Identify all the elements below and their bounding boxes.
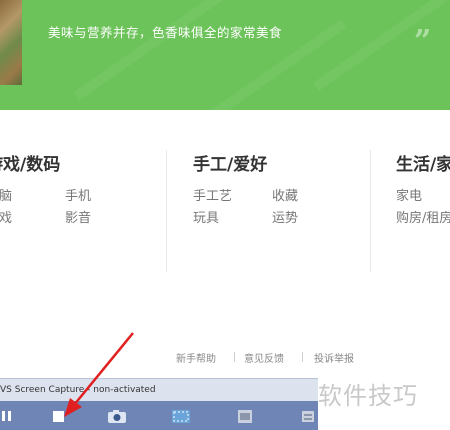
footer-link-help[interactable]: 新手帮助 (176, 350, 216, 365)
category-title: 手工/爱好 (193, 155, 268, 175)
recipe-banner: “ 美味与营养并存，色香味俱全的家常美食 ” (0, 0, 450, 110)
category-link[interactable]: 玩具 (193, 211, 272, 227)
capture-titlebar: VS Screen Capture - non-activated (0, 378, 318, 401)
footer-link-report[interactable]: 投诉举报 (314, 350, 354, 365)
category-crafts-hobbies: 手工/爱好 手工艺 收藏 玩具 运势 (193, 150, 332, 227)
category-link[interactable]: 影音 (65, 211, 125, 227)
category-link[interactable]: 购房/租房 (396, 211, 450, 227)
category-title: 生活/家 (396, 155, 450, 175)
column-divider (166, 150, 167, 272)
open-quote-mark: “ (44, 0, 59, 14)
settings-icon[interactable] (298, 408, 318, 424)
category-link[interactable]: 家电 (396, 189, 450, 205)
stop-icon[interactable] (50, 408, 66, 424)
category-link[interactable]: 电脑 (0, 189, 65, 205)
pause-icon[interactable] (0, 408, 14, 424)
category-title: 游戏/数码 (0, 155, 61, 175)
watermark-label: 软件技巧 (318, 382, 418, 410)
banner-texture (73, 0, 227, 101)
category-games-digital: 游戏/数码 电脑 手机 游戏 影音 (0, 150, 125, 227)
footer-links: 新手帮助 意见反馈 投诉举报 (0, 350, 450, 366)
screen-capture-toolbar: VS Screen Capture - non-activated (0, 378, 318, 430)
capture-title: VS Screen Capture - non-activated (0, 385, 156, 395)
footer-separator (302, 352, 303, 362)
category-link[interactable]: 游戏 (0, 211, 65, 227)
footer-separator (234, 352, 235, 362)
film-icon[interactable] (234, 408, 256, 424)
camera-icon[interactable] (106, 408, 128, 424)
category-link[interactable]: 收藏 (272, 189, 332, 205)
column-divider (370, 150, 371, 272)
category-life-home: 生活/家 家电 购房/租房 (396, 150, 450, 227)
banner-food-image[interactable] (0, 0, 22, 85)
category-link[interactable]: 手机 (65, 189, 125, 205)
watermark-text: 软件技巧 (318, 376, 450, 420)
category-link[interactable]: 手工艺 (193, 189, 272, 205)
banner-slogan: 美味与营养并存，色香味俱全的家常美食 (48, 25, 283, 40)
region-icon[interactable] (170, 408, 192, 424)
category-link[interactable]: 运势 (272, 211, 332, 227)
close-quote-mark: ” (414, 24, 432, 59)
footer-link-feedback[interactable]: 意见反馈 (244, 350, 284, 365)
